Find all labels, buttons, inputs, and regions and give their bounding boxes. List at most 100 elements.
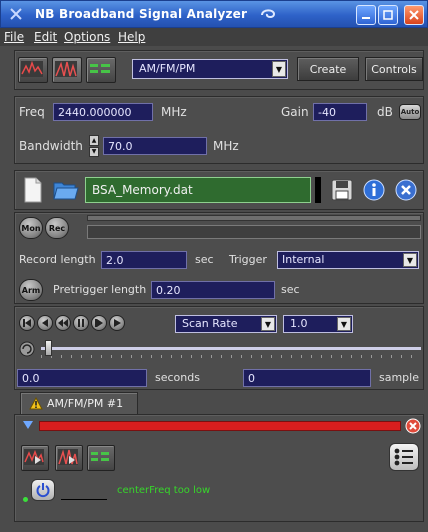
rewind-button[interactable] — [55, 315, 71, 331]
bandwidth-input[interactable]: 70.0 — [103, 137, 207, 155]
bandwidth-spinner[interactable]: ▲ ▼ — [89, 135, 99, 157]
save-icon[interactable] — [331, 179, 353, 201]
sample-input[interactable]: 0 — [243, 369, 371, 387]
trigger-select[interactable]: Internal ▼ — [277, 251, 419, 269]
skip-to-start-button[interactable] — [19, 315, 35, 331]
playback-panel: Scan Rate ▼ 1.0 ▼ 0.0 seconds 0 sample — [14, 306, 424, 390]
record-length-input[interactable]: 2.0 — [101, 251, 187, 269]
list-view-button[interactable] — [86, 57, 116, 83]
channel-spectrum-button[interactable] — [21, 445, 49, 471]
mode-select-value: AM/FM/PM — [139, 62, 196, 75]
minimize-icon — [362, 17, 370, 19]
record-button[interactable]: Rec — [45, 217, 69, 239]
info-icon[interactable] — [363, 179, 385, 201]
title-bar[interactable]: NB Broadband Signal Analyzer — [0, 0, 428, 28]
close-button[interactable] — [404, 5, 424, 25]
arm-button[interactable]: Arm — [19, 279, 43, 301]
seconds-input[interactable]: 0.0 — [17, 369, 147, 387]
settings-list-icon — [394, 448, 413, 466]
spectrogram-icon — [21, 60, 43, 77]
status-led — [23, 497, 28, 502]
spin-down-icon[interactable]: ▼ — [89, 146, 99, 157]
bandwidth-label: Bandwidth — [19, 139, 83, 153]
seconds-label: seconds — [155, 371, 200, 384]
freq-label: Freq — [19, 105, 45, 119]
trigger-label: Trigger — [229, 253, 267, 266]
freq-input[interactable]: 2440.000000 — [53, 103, 153, 121]
menu-options[interactable]: Options — [64, 30, 110, 44]
list-icon — [90, 64, 110, 73]
menu-file[interactable]: File — [4, 30, 24, 44]
gain-label: Gain — [281, 105, 309, 119]
status-message: centerFreq too low — [117, 485, 211, 496]
timeline-slider-handle[interactable] — [45, 340, 52, 356]
power-button[interactable] — [31, 479, 55, 501]
record-status-field — [87, 225, 421, 239]
waveform-view-button[interactable] — [52, 57, 82, 83]
maximize-button[interactable] — [378, 5, 398, 25]
bandwidth-unit: MHz — [213, 139, 239, 153]
menu-help[interactable]: Help — [118, 30, 145, 44]
rate-select[interactable]: Scan Rate ▼ — [175, 315, 277, 333]
pause-button[interactable] — [73, 315, 89, 331]
swirl-logo-icon — [261, 9, 276, 18]
window-title: NB Broadband Signal Analyzer — [35, 7, 248, 21]
close-circle-icon[interactable] — [395, 179, 417, 201]
app-icon — [10, 8, 22, 20]
channel-waveform-button[interactable] — [55, 445, 83, 471]
spectrum-play-icon — [24, 449, 44, 465]
waveform-icon — [55, 61, 77, 77]
loop-icon[interactable] — [19, 341, 35, 357]
rate-value: 1.0 — [290, 317, 308, 330]
gain-input[interactable]: -40 — [313, 103, 367, 121]
chevron-down-icon: ▼ — [261, 317, 275, 331]
maximize-icon — [383, 10, 393, 20]
chevron-down-icon: ▼ — [403, 253, 417, 267]
rewind-icon — [58, 319, 68, 327]
step-back-icon — [42, 319, 48, 327]
power-icon — [36, 483, 50, 498]
minimize-button[interactable] — [356, 5, 376, 25]
spectrum-view-button[interactable] — [18, 57, 48, 83]
rate-value-select[interactable]: 1.0 ▼ — [283, 315, 353, 333]
rate-select-value: Scan Rate — [182, 317, 238, 330]
pause-icon — [78, 319, 84, 327]
create-button[interactable]: Create — [297, 57, 359, 81]
play-button[interactable] — [109, 315, 125, 331]
step-forward-button[interactable] — [91, 315, 107, 331]
pretrigger-label: Pretrigger length — [53, 283, 147, 296]
memory-panel: BSA_Memory.dat — [14, 170, 424, 210]
menu-edit[interactable]: Edit — [34, 30, 57, 44]
pretrigger-input[interactable]: 0.20 — [151, 281, 275, 299]
power-underline — [61, 499, 107, 500]
channel-settings-button[interactable] — [389, 443, 419, 471]
spin-up-icon[interactable]: ▲ — [89, 135, 99, 146]
tab-content-panel: centerFreq too low — [14, 414, 424, 522]
play-icon — [114, 319, 121, 327]
remove-icon[interactable] — [405, 418, 421, 434]
chevron-down-icon: ▼ — [337, 317, 351, 331]
menu-bar: File Edit Options Help — [0, 28, 428, 46]
trigger-select-value: Internal — [282, 253, 325, 266]
step-back-button[interactable] — [37, 315, 53, 331]
pretrigger-unit: sec — [281, 283, 300, 296]
freq-unit: MHz — [161, 105, 187, 119]
mode-select[interactable]: AM/FM/PM ▼ — [132, 59, 288, 79]
new-file-icon[interactable] — [23, 177, 43, 203]
collapse-triangle-icon[interactable] — [23, 421, 33, 429]
tuning-panel: Freq 2440.000000 MHz Gain -40 dB Auto Ba… — [14, 96, 424, 164]
timeline-ticks — [41, 355, 421, 358]
channel-list-button[interactable] — [87, 445, 115, 471]
step-forward-icon — [95, 319, 103, 327]
open-folder-icon[interactable] — [53, 179, 79, 201]
record-length-label: Record length — [19, 253, 96, 266]
skip-start-icon — [23, 319, 31, 327]
auto-gain-button[interactable]: Auto — [399, 104, 421, 120]
tab-am-fm-pm-1[interactable]: AM/FM/PM #1 — [20, 392, 138, 414]
controls-button[interactable]: Controls — [365, 57, 423, 81]
timeline-track[interactable] — [41, 347, 421, 350]
memory-divider — [315, 177, 321, 203]
monitor-button[interactable]: Mon — [19, 217, 43, 239]
tab-label: AM/FM/PM #1 — [47, 397, 124, 410]
memory-filename-field[interactable]: BSA_Memory.dat — [85, 177, 311, 203]
